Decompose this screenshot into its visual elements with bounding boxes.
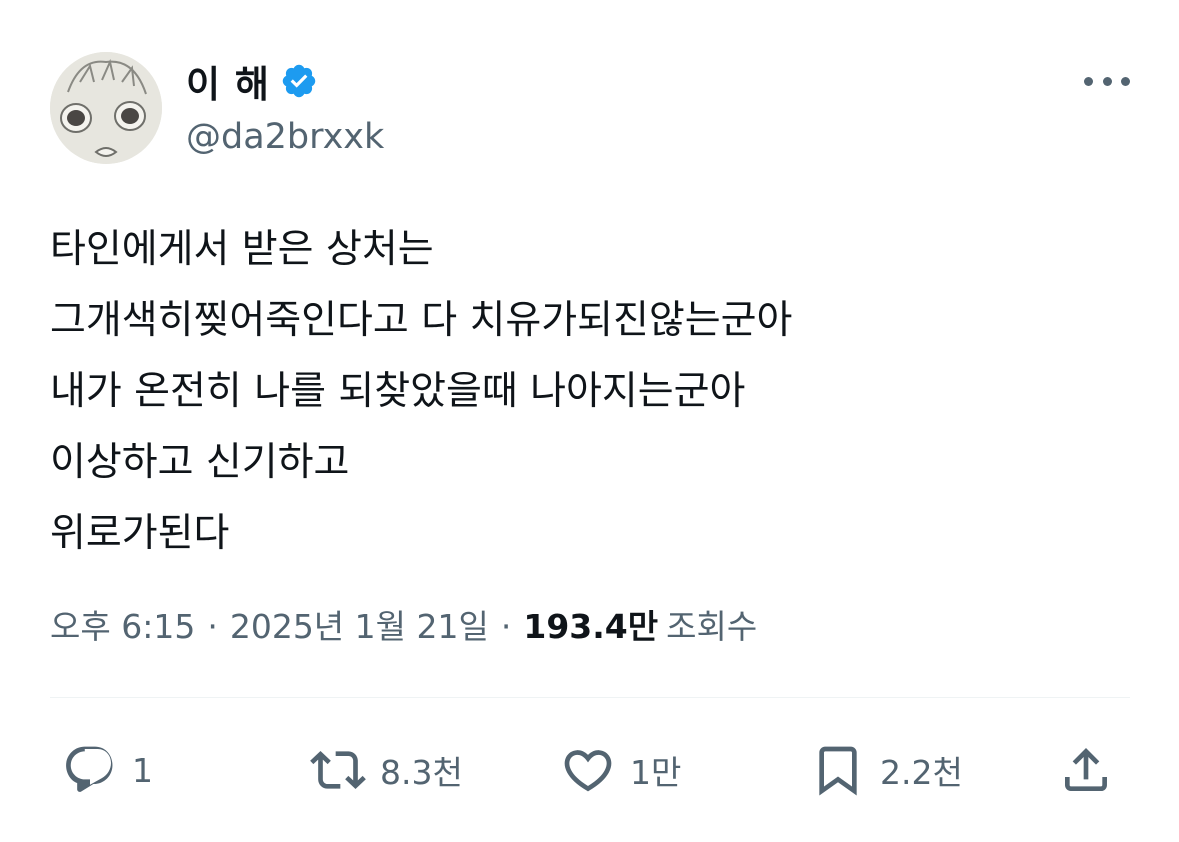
- tweet-date[interactable]: 2025년 1월 21일: [230, 600, 489, 648]
- reply-count: 1: [132, 750, 153, 790]
- tweet-line: 타인에게서 받은 상처는: [50, 227, 434, 272]
- tweet-line: 이상하고 신기하고: [50, 440, 350, 485]
- bookmark-icon: [819, 746, 857, 796]
- tweet-time[interactable]: 오후 6:15: [50, 600, 195, 648]
- tweet-line: 위로가된다: [50, 511, 230, 556]
- bookmark-button[interactable]: 2.2천: [810, 738, 963, 802]
- views-count: 193.4만: [523, 607, 659, 646]
- avatar-drawing: [50, 52, 162, 164]
- more-dot-icon: [1121, 76, 1130, 86]
- tweet-text: 타인에게서 받은 상처는 그개색히찢어죽인다고 다 치유가되진않는군아 내가 온…: [50, 214, 1130, 569]
- reply-icon: [66, 746, 113, 792]
- like-count: 1만: [630, 753, 682, 792]
- verified-badge-icon: [282, 64, 316, 98]
- share-icon: [1065, 748, 1107, 791]
- avatar[interactable]: [50, 52, 162, 164]
- share-button[interactable]: [1058, 738, 1114, 802]
- more-dot-icon: [1102, 76, 1112, 86]
- views-label: 조회수: [666, 607, 758, 646]
- meta-separator: ·: [500, 607, 512, 646]
- display-name[interactable]: 이 해: [186, 54, 270, 108]
- tweet-line: 내가 온전히 나를 되찾았을때 나아지는군아: [50, 369, 746, 414]
- meta-separator: ·: [207, 607, 218, 646]
- tweet-meta: 오후 6:15 · 2025년 1월 21일 · 193.4만 조회수: [50, 600, 757, 648]
- more-dot-icon: [1084, 76, 1093, 86]
- retweet-count: 8.3천: [380, 753, 463, 792]
- retweet-button[interactable]: 8.3천: [310, 738, 463, 802]
- divider: [50, 697, 1130, 698]
- author-handle[interactable]: @da2brxxk: [186, 117, 384, 157]
- retweet-icon: [310, 751, 366, 789]
- author-name-row: 이 해: [186, 58, 318, 106]
- more-options-button[interactable]: [1084, 64, 1130, 98]
- heart-icon: [564, 750, 612, 792]
- bookmark-count: 2.2천: [880, 753, 963, 792]
- reply-button[interactable]: 1: [62, 738, 153, 802]
- tweet-line: 그개색히찢어죽인다고 다 치유가되진않는군아: [50, 298, 793, 343]
- like-button[interactable]: 1만: [560, 738, 681, 802]
- action-bar: 1 8.3천 1만 2.2천: [50, 738, 1130, 802]
